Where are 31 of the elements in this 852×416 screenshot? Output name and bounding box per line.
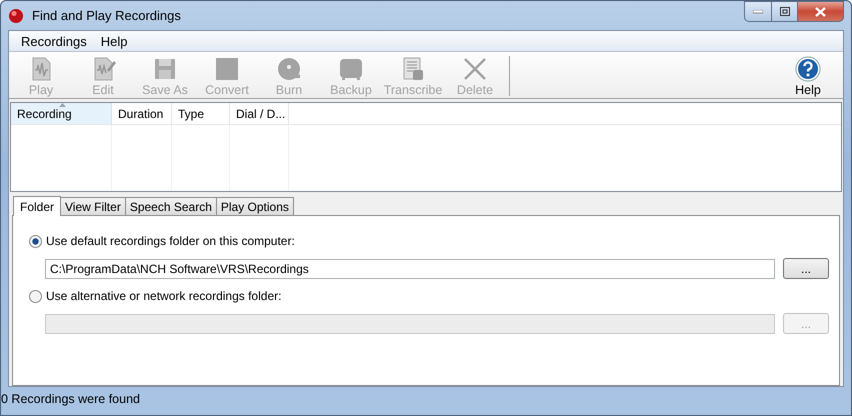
sort-arrow-icon bbox=[59, 103, 66, 107]
tab[interactable]: Folder bbox=[13, 196, 62, 216]
cross-icon bbox=[462, 56, 488, 82]
drive-icon bbox=[338, 56, 364, 82]
option-label: Use alternative or network recordings folder: bbox=[46, 289, 282, 303]
minimize-button[interactable] bbox=[744, 1, 772, 22]
browse-button[interactable]: ... bbox=[783, 258, 829, 279]
window-title: Find and Play Recordings bbox=[32, 8, 181, 23]
menu-item[interactable]: Recordings bbox=[15, 34, 93, 48]
option-label: Use default recordings folder on this computer: bbox=[46, 234, 295, 248]
close-icon bbox=[815, 6, 826, 16]
maximize-button[interactable] bbox=[772, 1, 798, 22]
tab[interactable]: Speech Search bbox=[124, 197, 217, 215]
column-header[interactable]: Dial / D... bbox=[230, 103, 289, 124]
close-button[interactable] bbox=[798, 1, 844, 22]
minimize-icon bbox=[753, 10, 763, 14]
radio-button[interactable] bbox=[29, 234, 42, 248]
path-field[interactable]: C:\ProgramData\NCH Software\VRS\Recordings bbox=[45, 258, 775, 278]
status-text: 0 Recordings were found bbox=[1, 391, 141, 408]
menu-item[interactable]: Help bbox=[94, 34, 134, 48]
square-icon bbox=[214, 56, 240, 82]
app-icon bbox=[8, 8, 24, 24]
help-icon bbox=[795, 56, 821, 82]
column-header[interactable]: Duration bbox=[112, 103, 172, 124]
column-header[interactable]: Recording bbox=[11, 103, 112, 124]
tab[interactable]: View Filter bbox=[60, 197, 126, 215]
tab[interactable]: Play Options bbox=[216, 197, 294, 215]
help-button[interactable]: Help bbox=[777, 52, 839, 98]
column-header[interactable]: Type bbox=[172, 103, 230, 124]
restore-icon bbox=[780, 7, 790, 16]
disc-icon bbox=[276, 56, 302, 82]
